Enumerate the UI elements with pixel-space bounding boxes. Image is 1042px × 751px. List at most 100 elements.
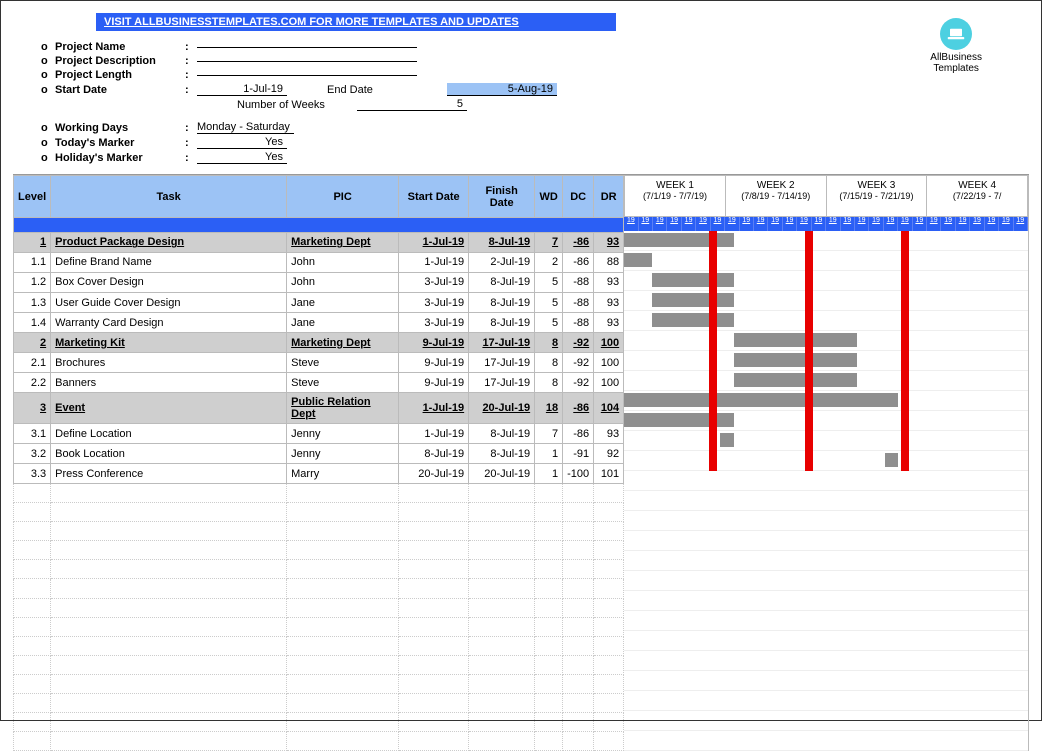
meta-label: Today's Marker bbox=[55, 137, 185, 149]
gantt-chart: LevelTaskPICStart DateFinish DateWDDCDR … bbox=[13, 174, 1029, 751]
bullet-icon: o bbox=[41, 41, 55, 53]
day-cell: 19 bbox=[884, 217, 898, 231]
table-row[interactable]: 1.4Warranty Card DesignJane 3-Jul-198-Ju… bbox=[14, 313, 624, 333]
day-cell: 19 bbox=[653, 217, 667, 231]
table-row[interactable]: 1.1Define Brand NameJohn 1-Jul-192-Jul-1… bbox=[14, 252, 624, 272]
meta-value-2[interactable]: 5-Aug-19 bbox=[447, 83, 557, 96]
day-cell: 19 bbox=[956, 217, 970, 231]
column-header[interactable]: DR bbox=[594, 176, 624, 218]
gantt-row bbox=[624, 271, 1028, 291]
meta-label: Project Name bbox=[55, 41, 185, 53]
bullet-icon: o bbox=[41, 137, 55, 149]
day-cell: 19 bbox=[667, 217, 681, 231]
table-row[interactable]: 3.2Book LocationJenny 8-Jul-198-Jul-191 … bbox=[14, 444, 624, 464]
holiday-marker bbox=[709, 231, 717, 471]
day-cell: 19 bbox=[682, 217, 696, 231]
meta-label: Start Date bbox=[55, 84, 185, 96]
gantt-row bbox=[624, 391, 1028, 411]
gantt-bar[interactable] bbox=[734, 373, 857, 387]
bullet-icon: o bbox=[41, 84, 55, 96]
gantt-bar[interactable] bbox=[624, 233, 734, 247]
day-cell: 19 bbox=[797, 217, 811, 231]
timeline-pane: WEEK 1(7/1/19 - 7/7/19)WEEK 2(7/8/19 - 7… bbox=[624, 175, 1029, 751]
gantt-bar[interactable] bbox=[624, 413, 734, 427]
day-cell: 19 bbox=[711, 217, 725, 231]
table-row[interactable]: 3.1Define LocationJenny 1-Jul-198-Jul-19… bbox=[14, 424, 624, 444]
meta-value[interactable] bbox=[197, 75, 417, 76]
table-row[interactable]: 1.2Box Cover DesignJohn 3-Jul-198-Jul-19… bbox=[14, 272, 624, 292]
meta-value[interactable] bbox=[197, 47, 417, 48]
gantt-bar[interactable] bbox=[624, 253, 651, 267]
column-header[interactable]: Start Date bbox=[399, 176, 469, 218]
project-meta: o Project Name : o Project Description :… bbox=[41, 41, 1041, 164]
bullet-icon: o bbox=[41, 122, 55, 134]
holiday-marker bbox=[805, 231, 813, 471]
day-cell: 19 bbox=[696, 217, 710, 231]
column-header[interactable]: Finish Date bbox=[469, 176, 535, 218]
day-cell: 19 bbox=[1014, 217, 1028, 231]
header-link[interactable]: VISIT ALLBUSINESSTEMPLATES.COM FOR MORE … bbox=[96, 13, 616, 31]
table-row[interactable]: 3EventPublic Relation Dept 1-Jul-1920-Ju… bbox=[14, 393, 624, 424]
table-row[interactable]: 1Product Package DesignMarketing Dept 1-… bbox=[14, 232, 624, 252]
gantt-row bbox=[624, 231, 1028, 251]
day-cell: 19 bbox=[783, 217, 797, 231]
meta-label-2: End Date bbox=[327, 84, 447, 96]
table-row[interactable]: 1.3User Guide Cover DesignJane 3-Jul-198… bbox=[14, 293, 624, 313]
day-cell: 19 bbox=[725, 217, 739, 231]
day-cell: 19 bbox=[927, 217, 941, 231]
gantt-bar[interactable] bbox=[885, 453, 899, 467]
meta-value[interactable] bbox=[197, 61, 417, 62]
day-cell: 19 bbox=[985, 217, 999, 231]
day-cell: 19 bbox=[812, 217, 826, 231]
gantt-bar[interactable] bbox=[734, 333, 857, 347]
column-header[interactable]: DC bbox=[563, 176, 594, 218]
day-cell: 19 bbox=[826, 217, 840, 231]
logo: AllBusiness Templates bbox=[930, 18, 982, 74]
gantt-row bbox=[624, 431, 1028, 451]
meta-label: Project Description bbox=[55, 55, 185, 67]
table-row[interactable]: 2.2BannersSteve 9-Jul-1917-Jul-198 -9210… bbox=[14, 373, 624, 393]
week-column: WEEK 3(7/15/19 - 7/21/19) bbox=[827, 175, 928, 217]
day-cell: 19 bbox=[941, 217, 955, 231]
bullet-icon: o bbox=[41, 69, 55, 81]
task-table: LevelTaskPICStart DateFinish DateWDDCDR … bbox=[13, 175, 624, 751]
day-header-row: 1919191919191919191919191919191919191919… bbox=[624, 217, 1028, 231]
gantt-bar[interactable] bbox=[652, 313, 734, 327]
gantt-row bbox=[624, 371, 1028, 391]
column-header[interactable]: PIC bbox=[287, 176, 399, 218]
week-column: WEEK 4(7/22/19 - 7/ bbox=[927, 175, 1028, 217]
meta-value[interactable]: Yes bbox=[197, 151, 287, 164]
gantt-row bbox=[624, 251, 1028, 271]
gantt-bar[interactable] bbox=[624, 393, 898, 407]
meta-label: Working Days bbox=[55, 122, 185, 134]
day-cell: 19 bbox=[639, 217, 653, 231]
meta-value[interactable]: 1-Jul-19 bbox=[197, 83, 287, 96]
bullet-icon: o bbox=[41, 152, 55, 164]
meta-label: Holiday's Marker bbox=[55, 152, 185, 164]
gantt-bar[interactable] bbox=[652, 293, 734, 307]
laptop-icon bbox=[940, 18, 972, 50]
meta-label-2: Number of Weeks bbox=[237, 99, 357, 111]
column-header[interactable]: Task bbox=[51, 176, 287, 218]
day-cell: 19 bbox=[898, 217, 912, 231]
meta-value-2[interactable]: 5 bbox=[357, 98, 467, 111]
bars-area bbox=[624, 231, 1028, 751]
meta-value[interactable]: Monday - Saturday bbox=[197, 121, 294, 134]
meta-value[interactable]: Yes bbox=[197, 136, 287, 149]
gantt-row bbox=[624, 331, 1028, 351]
gantt-bar[interactable] bbox=[720, 433, 734, 447]
week-column: WEEK 2(7/8/19 - 7/14/19) bbox=[726, 175, 827, 217]
column-header[interactable]: WD bbox=[535, 176, 563, 218]
column-header[interactable]: Level bbox=[14, 176, 51, 218]
gantt-bar[interactable] bbox=[734, 353, 857, 367]
table-row[interactable]: 2.1BrochuresSteve 9-Jul-1917-Jul-198 -92… bbox=[14, 353, 624, 373]
day-cell: 19 bbox=[869, 217, 883, 231]
table-row[interactable]: 2Marketing KitMarketing Dept 9-Jul-1917-… bbox=[14, 333, 624, 353]
gantt-row bbox=[624, 351, 1028, 371]
day-cell: 19 bbox=[740, 217, 754, 231]
table-row[interactable]: 3.3Press ConferenceMarry 20-Jul-1920-Jul… bbox=[14, 464, 624, 484]
gantt-bar[interactable] bbox=[652, 273, 734, 287]
day-cell: 19 bbox=[913, 217, 927, 231]
meta-label: Project Length bbox=[55, 69, 185, 81]
day-cell: 19 bbox=[841, 217, 855, 231]
